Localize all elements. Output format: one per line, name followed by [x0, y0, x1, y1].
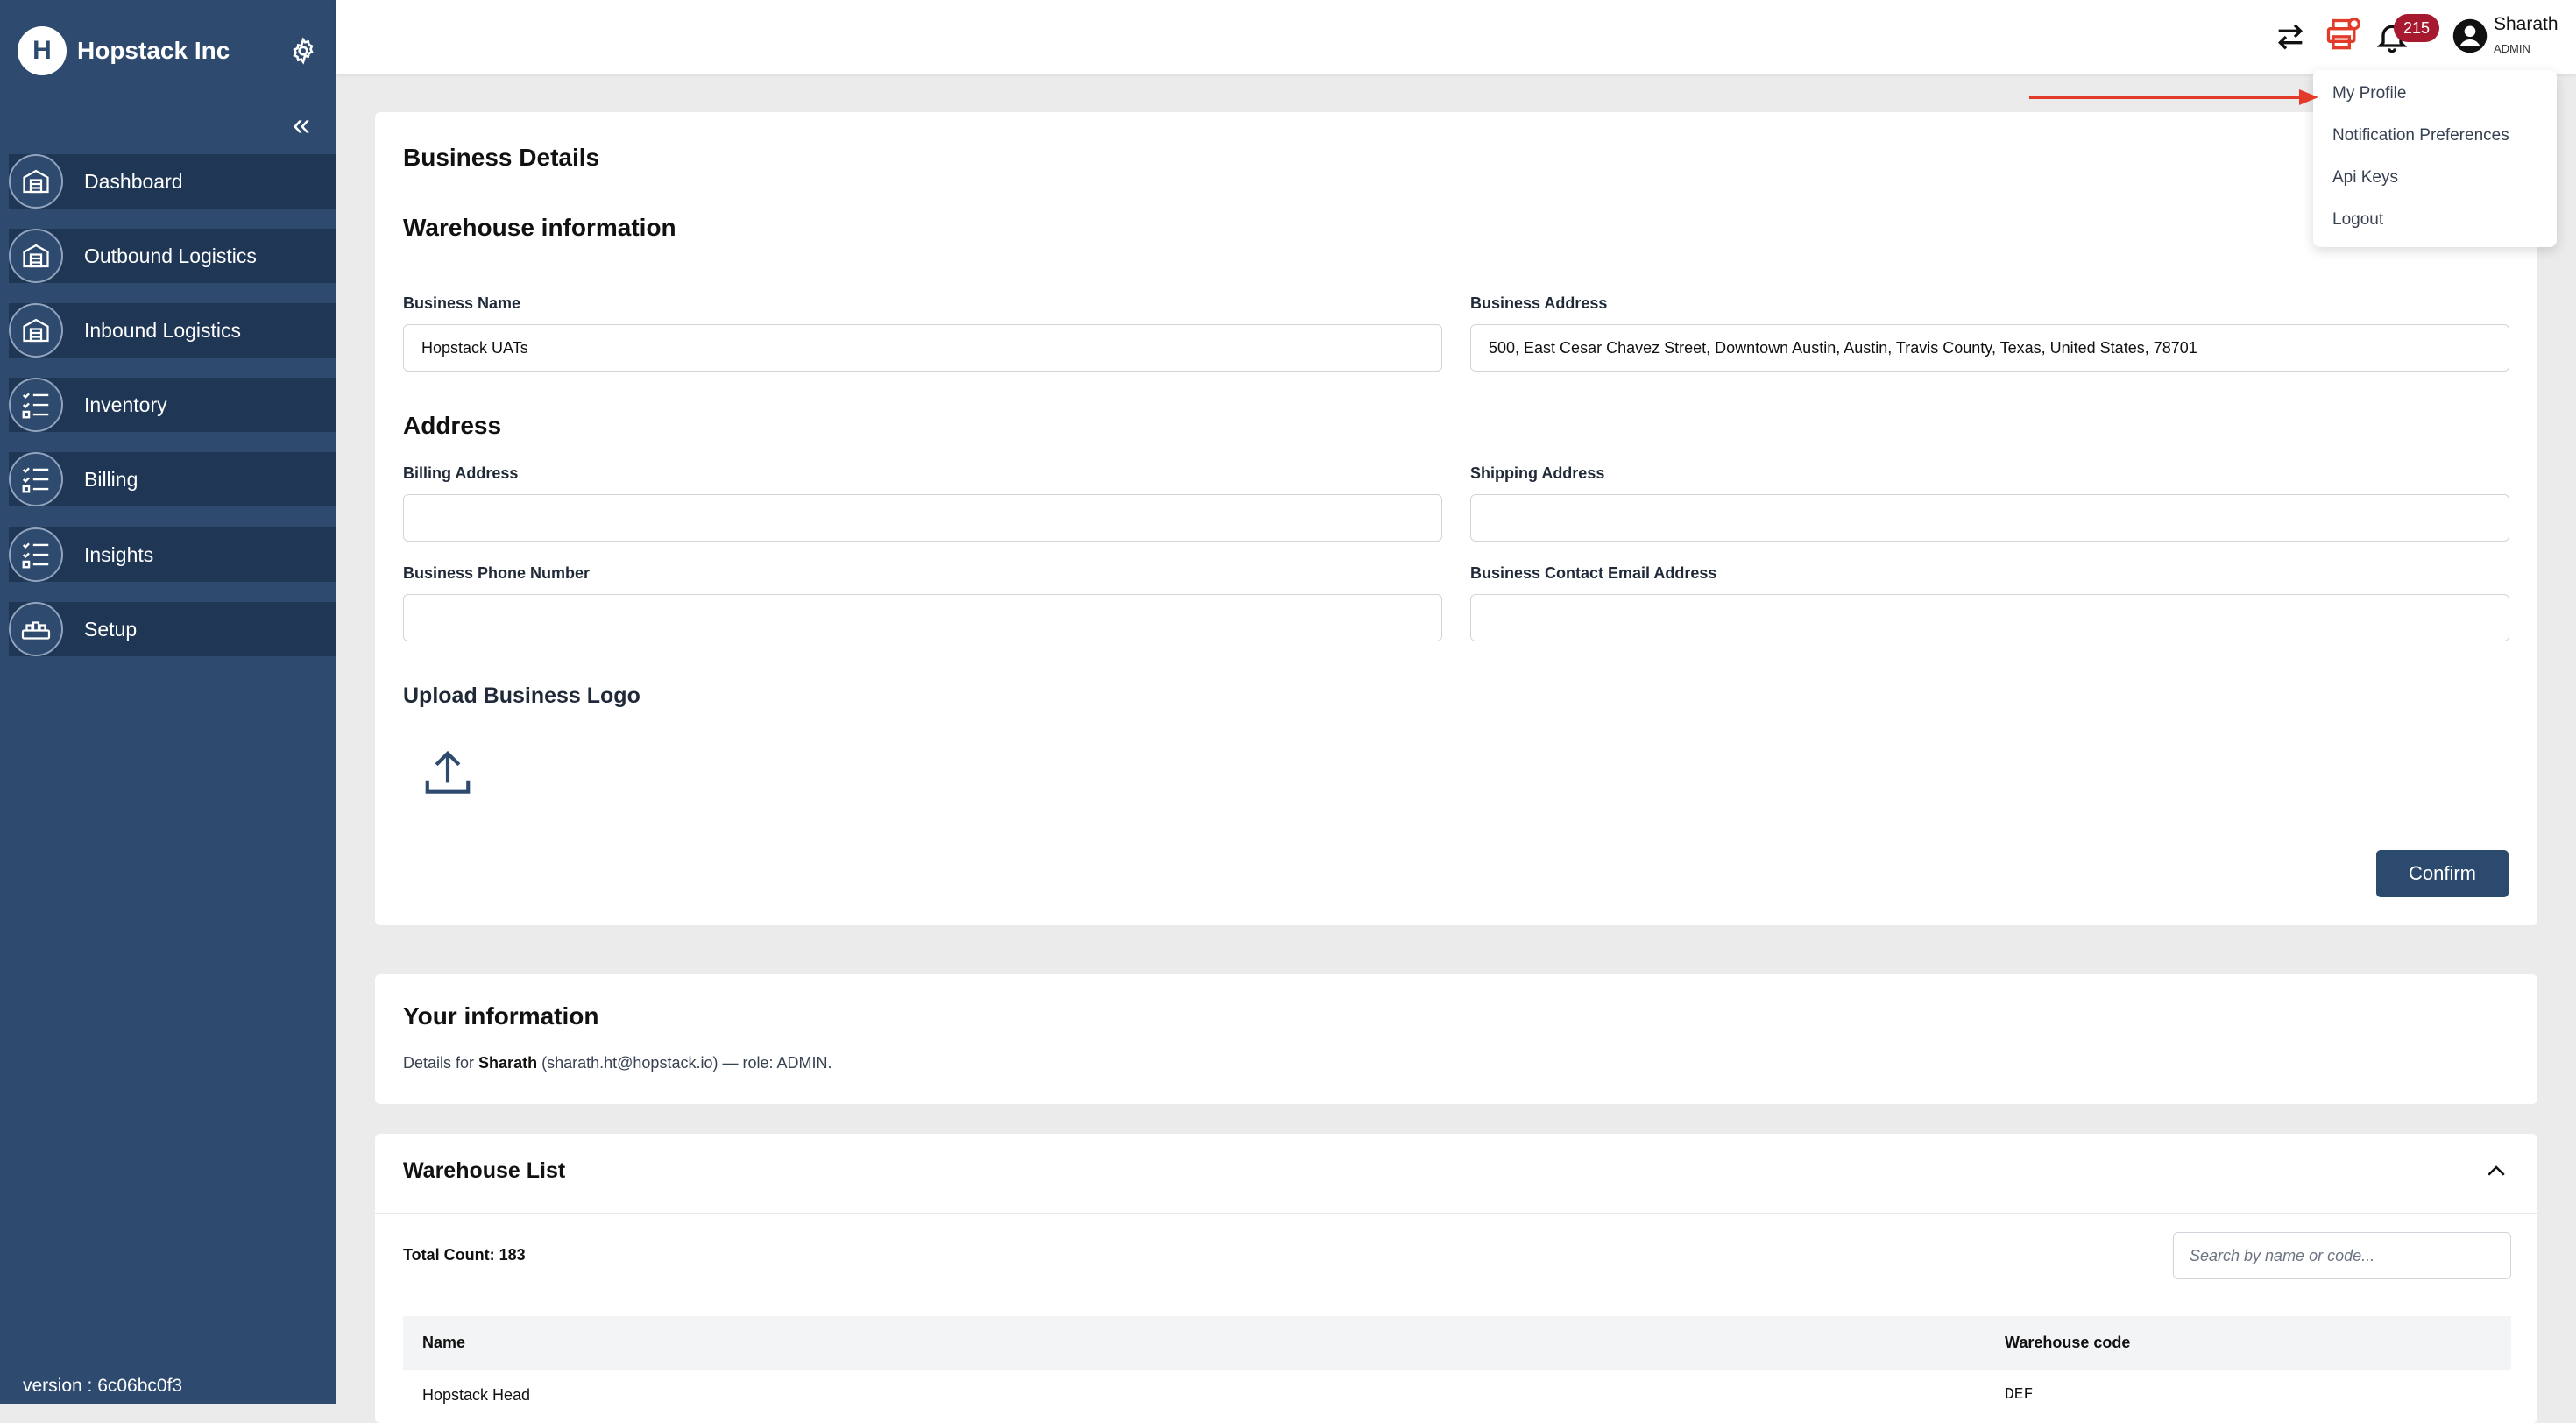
warehouse-icon [9, 154, 63, 209]
your-info-card [375, 974, 2537, 1104]
shipping-address-label: Shipping Address [1470, 464, 1605, 482]
nav-item-dashboard[interactable]: Dashboard [9, 154, 336, 209]
nav-label: Inventory [84, 393, 167, 416]
warehouse-icon [9, 229, 63, 283]
total-count-label: Total Count: [403, 1246, 499, 1264]
collapse-sidebar-icon[interactable]: « [293, 109, 310, 140]
switch-arrows-icon[interactable] [2273, 19, 2308, 54]
nav-item-insights[interactable]: Insights [9, 527, 336, 582]
your-info-title: Your information [403, 1002, 599, 1030]
table-header: Name Warehouse code [403, 1316, 2511, 1370]
nav-label: Insights [84, 543, 154, 566]
nav-label: Setup [84, 618, 138, 641]
warehouse-icon [9, 303, 63, 358]
column-name[interactable]: Name [422, 1334, 465, 1352]
checklist-icon [9, 527, 63, 582]
billing-address-input[interactable] [403, 494, 1442, 542]
warehouse-info-heading: Warehouse information [403, 214, 676, 241]
business-details-title: Business Details [403, 144, 600, 171]
printer-icon[interactable] [2324, 16, 2362, 54]
user-avatar-icon[interactable] [2452, 18, 2488, 54]
email-input[interactable] [1470, 594, 2509, 641]
business-address-input[interactable]: 500, East Cesar Chavez Street, Downtown … [1470, 324, 2509, 372]
sidebar: H Hopstack Inc « Dashboard Outbound Logi… [0, 0, 336, 1404]
gear-icon[interactable] [289, 37, 317, 65]
phone-label: Business Phone Number [403, 564, 591, 582]
user-menu-dropdown: My Profile Notification Preferences Api … [2313, 70, 2557, 247]
phone-input[interactable] [403, 594, 1442, 641]
upload-icon[interactable] [421, 747, 475, 801]
billing-address-label: Billing Address [403, 464, 519, 482]
checklist-icon [9, 452, 63, 506]
nav-label: Billing [84, 468, 138, 491]
total-count: Total Count: 183 [403, 1246, 526, 1264]
version-label: version : 6c06bc0f3 [23, 1376, 183, 1396]
email-label: Business Contact Email Address [1470, 564, 1717, 582]
shipping-address-input[interactable] [1470, 494, 2509, 542]
brand-name: Hopstack Inc [77, 37, 230, 64]
address-heading: Address [403, 412, 502, 439]
your-info-details: Details for Sharath (sharath.ht@hopstack… [403, 1054, 832, 1073]
annotation-arrow-head [2299, 89, 2318, 105]
user-role: ADMIN [2494, 42, 2530, 55]
user-name[interactable]: Sharath [2494, 14, 2558, 35]
nav-label: Outbound Logistics [84, 244, 257, 267]
divider [375, 1213, 2537, 1214]
setup-icon [9, 602, 63, 656]
nav-label: Dashboard [84, 170, 183, 193]
hopstack-logo: H [18, 26, 67, 75]
menu-item-api-keys[interactable]: Api Keys [2332, 168, 2398, 188]
total-count-value: 183 [499, 1246, 526, 1264]
row-name: Hopstack Head [422, 1386, 531, 1404]
details-name: Sharath [478, 1054, 538, 1072]
checklist-icon [9, 378, 63, 432]
nav-item-outbound-logistics[interactable]: Outbound Logistics [9, 229, 336, 283]
business-name-label: Business Name [403, 294, 521, 312]
menu-item-notification-preferences[interactable]: Notification Preferences [2332, 126, 2509, 145]
column-warehouse-code[interactable]: Warehouse code [2005, 1334, 2130, 1352]
brand[interactable]: H Hopstack Inc [18, 26, 230, 75]
warehouse-search-input[interactable]: Search by name or code... [2173, 1232, 2511, 1279]
annotation-arrow-line [2029, 96, 2308, 99]
topbar [336, 0, 2576, 74]
business-address-label: Business Address [1470, 294, 1608, 312]
upload-logo-heading: Upload Business Logo [403, 683, 640, 708]
details-prefix: Details for [403, 1054, 475, 1072]
warehouse-list-title: Warehouse List [403, 1158, 566, 1183]
notification-count-badge: 215 [2394, 14, 2439, 42]
nav-label: Inbound Logistics [84, 319, 242, 342]
chevron-up-icon[interactable] [2483, 1158, 2509, 1185]
business-name-input[interactable]: Hopstack UATs [403, 324, 1442, 372]
menu-item-logout[interactable]: Logout [2332, 210, 2383, 230]
row-code: DEF [2005, 1386, 2034, 1404]
nav-item-inventory[interactable]: Inventory [9, 378, 336, 432]
nav-item-setup[interactable]: Setup [9, 602, 336, 656]
nav-item-billing[interactable]: Billing [9, 452, 336, 506]
menu-item-my-profile[interactable]: My Profile [2332, 84, 2406, 103]
confirm-button[interactable]: Confirm [2376, 850, 2509, 897]
nav-item-inbound-logistics[interactable]: Inbound Logistics [9, 303, 336, 358]
details-suffix: (sharath.ht@hopstack.io) — role: ADMIN. [541, 1054, 832, 1072]
